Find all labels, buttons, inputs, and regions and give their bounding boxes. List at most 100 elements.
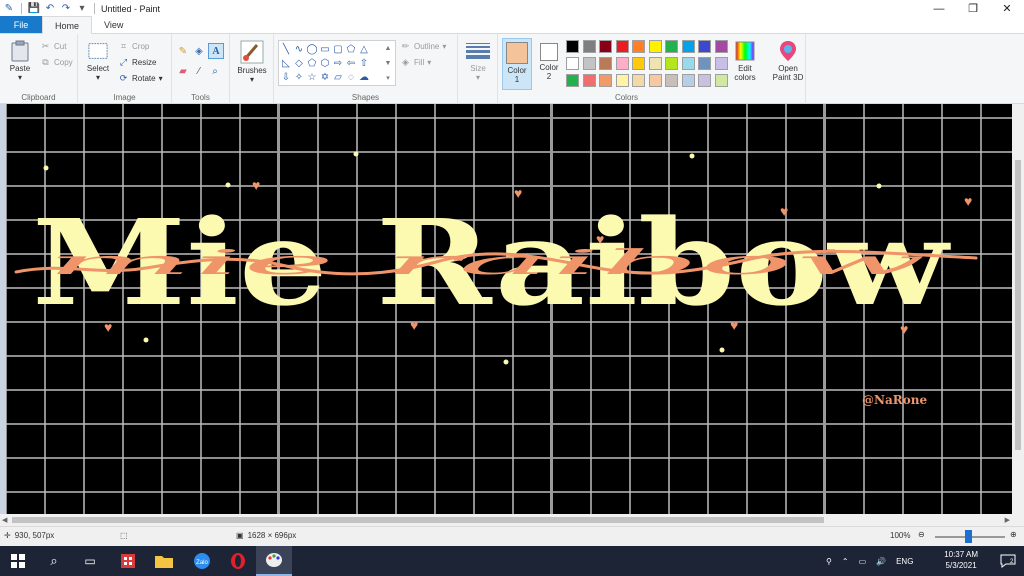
zoom-out-icon[interactable]: ⊖ [918, 530, 925, 539]
opera-browser-icon[interactable] [220, 546, 256, 576]
palette-color-swatch[interactable] [566, 57, 579, 70]
pentagon-shape-icon[interactable]: ⬠ [306, 57, 318, 69]
palette-color-swatch[interactable] [665, 57, 678, 70]
palette-color-swatch[interactable] [615, 40, 629, 53]
rotate-button[interactable]: ⟳ Rotate ▾ [118, 73, 163, 84]
crop-button[interactable]: ⌗ Crop [118, 41, 149, 52]
palette-color-swatch[interactable] [615, 57, 629, 70]
zoom-slider-thumb[interactable] [965, 530, 972, 543]
palette-color-swatch[interactable] [681, 74, 695, 87]
palette-color-swatch[interactable] [599, 40, 612, 53]
vertical-scrollbar[interactable] [1012, 104, 1024, 514]
undo-icon[interactable]: ↶ [44, 3, 56, 15]
text-tool-icon[interactable]: A [208, 43, 224, 59]
tab-view[interactable]: View [92, 16, 135, 33]
palette-color-swatch[interactable] [714, 74, 728, 87]
save-icon[interactable]: 💾 [28, 3, 40, 15]
fill-button[interactable]: ◈ Fill ▾ [400, 57, 431, 68]
tab-home[interactable]: Home [42, 16, 93, 34]
redo-icon[interactable]: ↷ [60, 3, 72, 15]
open-paint3d-button[interactable]: Open Paint 3D [768, 40, 808, 82]
palette-color-swatch[interactable] [665, 74, 678, 87]
palette-color-swatch[interactable] [599, 57, 612, 70]
palette-color-swatch[interactable] [681, 40, 695, 53]
network-icon[interactable]: ▭ [859, 557, 867, 566]
search-icon[interactable]: ⌕ [36, 546, 72, 576]
scroll-right-icon[interactable]: ▶ [1005, 516, 1010, 524]
paint-taskbar-icon[interactable] [256, 546, 292, 576]
diamond-shape-icon[interactable]: ◇ [293, 57, 305, 69]
palette-color-swatch[interactable] [698, 74, 711, 87]
oval-shape-icon[interactable]: ◯ [306, 43, 318, 55]
customize-qat-icon[interactable]: ▾ [76, 3, 88, 15]
line-shape-icon[interactable]: ╲ [280, 43, 292, 55]
horizontal-scroll-thumb[interactable] [12, 517, 824, 523]
close-button[interactable]: ✕ [990, 0, 1024, 17]
store-app-icon[interactable] [110, 546, 146, 576]
palette-color-swatch[interactable] [714, 40, 728, 53]
palette-color-swatch[interactable] [566, 74, 579, 87]
curve-shape-icon[interactable]: ∿ [293, 43, 305, 55]
palette-color-swatch[interactable] [698, 40, 711, 53]
people-icon[interactable]: ⚲ [826, 557, 832, 566]
magnifier-icon[interactable]: ⌕ [208, 64, 222, 78]
polygon-shape-icon[interactable]: ⬠ [345, 43, 357, 55]
up-arrow-shape-icon[interactable]: ⇧ [358, 57, 370, 69]
palette-color-swatch[interactable] [665, 40, 678, 53]
palette-color-swatch[interactable] [582, 40, 596, 53]
color2-selector[interactable]: Color 2 [535, 38, 563, 90]
drawing-canvas[interactable]: Mie Raibow mie raibow ♥ ♥♥♥ ♥ ♥ ♥ ♥♥ @NaRone [5, 104, 1012, 514]
palette-color-swatch[interactable] [632, 40, 645, 53]
palette-color-swatch[interactable] [615, 74, 629, 87]
palette-color-swatch[interactable] [698, 57, 711, 70]
shapes-expand-icon[interactable]: ▾ [382, 72, 394, 84]
outline-button[interactable]: ✏ Outline ▾ [400, 41, 447, 52]
triangle-shape-icon[interactable]: △ [358, 43, 370, 55]
eraser-icon[interactable]: ▰ [176, 64, 190, 78]
resize-button[interactable]: ⤢ Resize [118, 57, 157, 68]
fill-bucket-icon[interactable]: ◈ [192, 44, 206, 58]
select-button[interactable]: Select ▾ [84, 40, 112, 82]
restore-button[interactable]: ❐ [956, 0, 990, 17]
rectangle-shape-icon[interactable]: ▭ [319, 43, 331, 55]
tab-file[interactable]: File [0, 16, 42, 33]
paste-button[interactable]: Paste ▾ [6, 40, 34, 82]
zalo-app-icon[interactable]: Zalo [184, 546, 220, 576]
action-center-icon[interactable]: 2 [1000, 546, 1016, 576]
taskbar-clock[interactable]: 10:37 AM 5/3/2021 [944, 549, 978, 571]
start-windows-icon[interactable] [0, 546, 36, 576]
shapes-scroll-down-icon[interactable]: ▼ [382, 57, 394, 69]
palette-color-swatch[interactable] [648, 74, 662, 87]
task-view-icon[interactable]: ▭ [72, 546, 108, 576]
file-explorer-icon[interactable] [146, 546, 182, 576]
four-point-star-shape-icon[interactable]: ✧ [293, 71, 305, 83]
minimize-button[interactable]: — [922, 0, 956, 17]
palette-color-swatch[interactable] [582, 57, 596, 70]
palette-color-swatch[interactable] [582, 74, 596, 87]
palette-color-swatch[interactable] [599, 74, 612, 87]
edit-colors-button[interactable]: Edit colors [730, 40, 760, 82]
palette-color-swatch[interactable] [632, 74, 645, 87]
callout-rect-shape-icon[interactable]: ▱ [332, 71, 344, 83]
callout-oval-shape-icon[interactable]: ◌ [345, 71, 357, 83]
vertical-scroll-thumb[interactable] [1015, 160, 1021, 450]
five-point-star-shape-icon[interactable]: ☆ [306, 71, 318, 83]
callout-cloud-shape-icon[interactable]: ☁ [358, 71, 370, 83]
volume-icon[interactable]: 🔊 [876, 557, 886, 566]
language-indicator[interactable]: ENG [896, 557, 913, 566]
zoom-in-icon[interactable]: ⊕ [1010, 530, 1017, 539]
brushes-button[interactable]: Brushes ▾ [236, 40, 268, 84]
rounded-rectangle-shape-icon[interactable]: ▢ [332, 43, 344, 55]
palette-color-swatch[interactable] [648, 57, 662, 70]
scroll-left-icon[interactable]: ◀ [2, 516, 7, 524]
tray-expand-icon[interactable]: ⌃ [842, 557, 849, 566]
color1-selector[interactable]: Color 1 [502, 38, 532, 90]
hexagon-shape-icon[interactable]: ⬡ [319, 57, 331, 69]
shapes-scroll-up-icon[interactable]: ▲ [382, 42, 394, 54]
palette-color-swatch[interactable] [714, 57, 728, 70]
copy-button[interactable]: ⧉ Copy [40, 57, 72, 68]
size-button[interactable]: Size ▾ [464, 40, 492, 82]
color-picker-icon[interactable]: ⁄ [192, 64, 206, 78]
palette-color-swatch[interactable] [632, 57, 645, 70]
right-triangle-shape-icon[interactable]: ◺ [280, 57, 292, 69]
